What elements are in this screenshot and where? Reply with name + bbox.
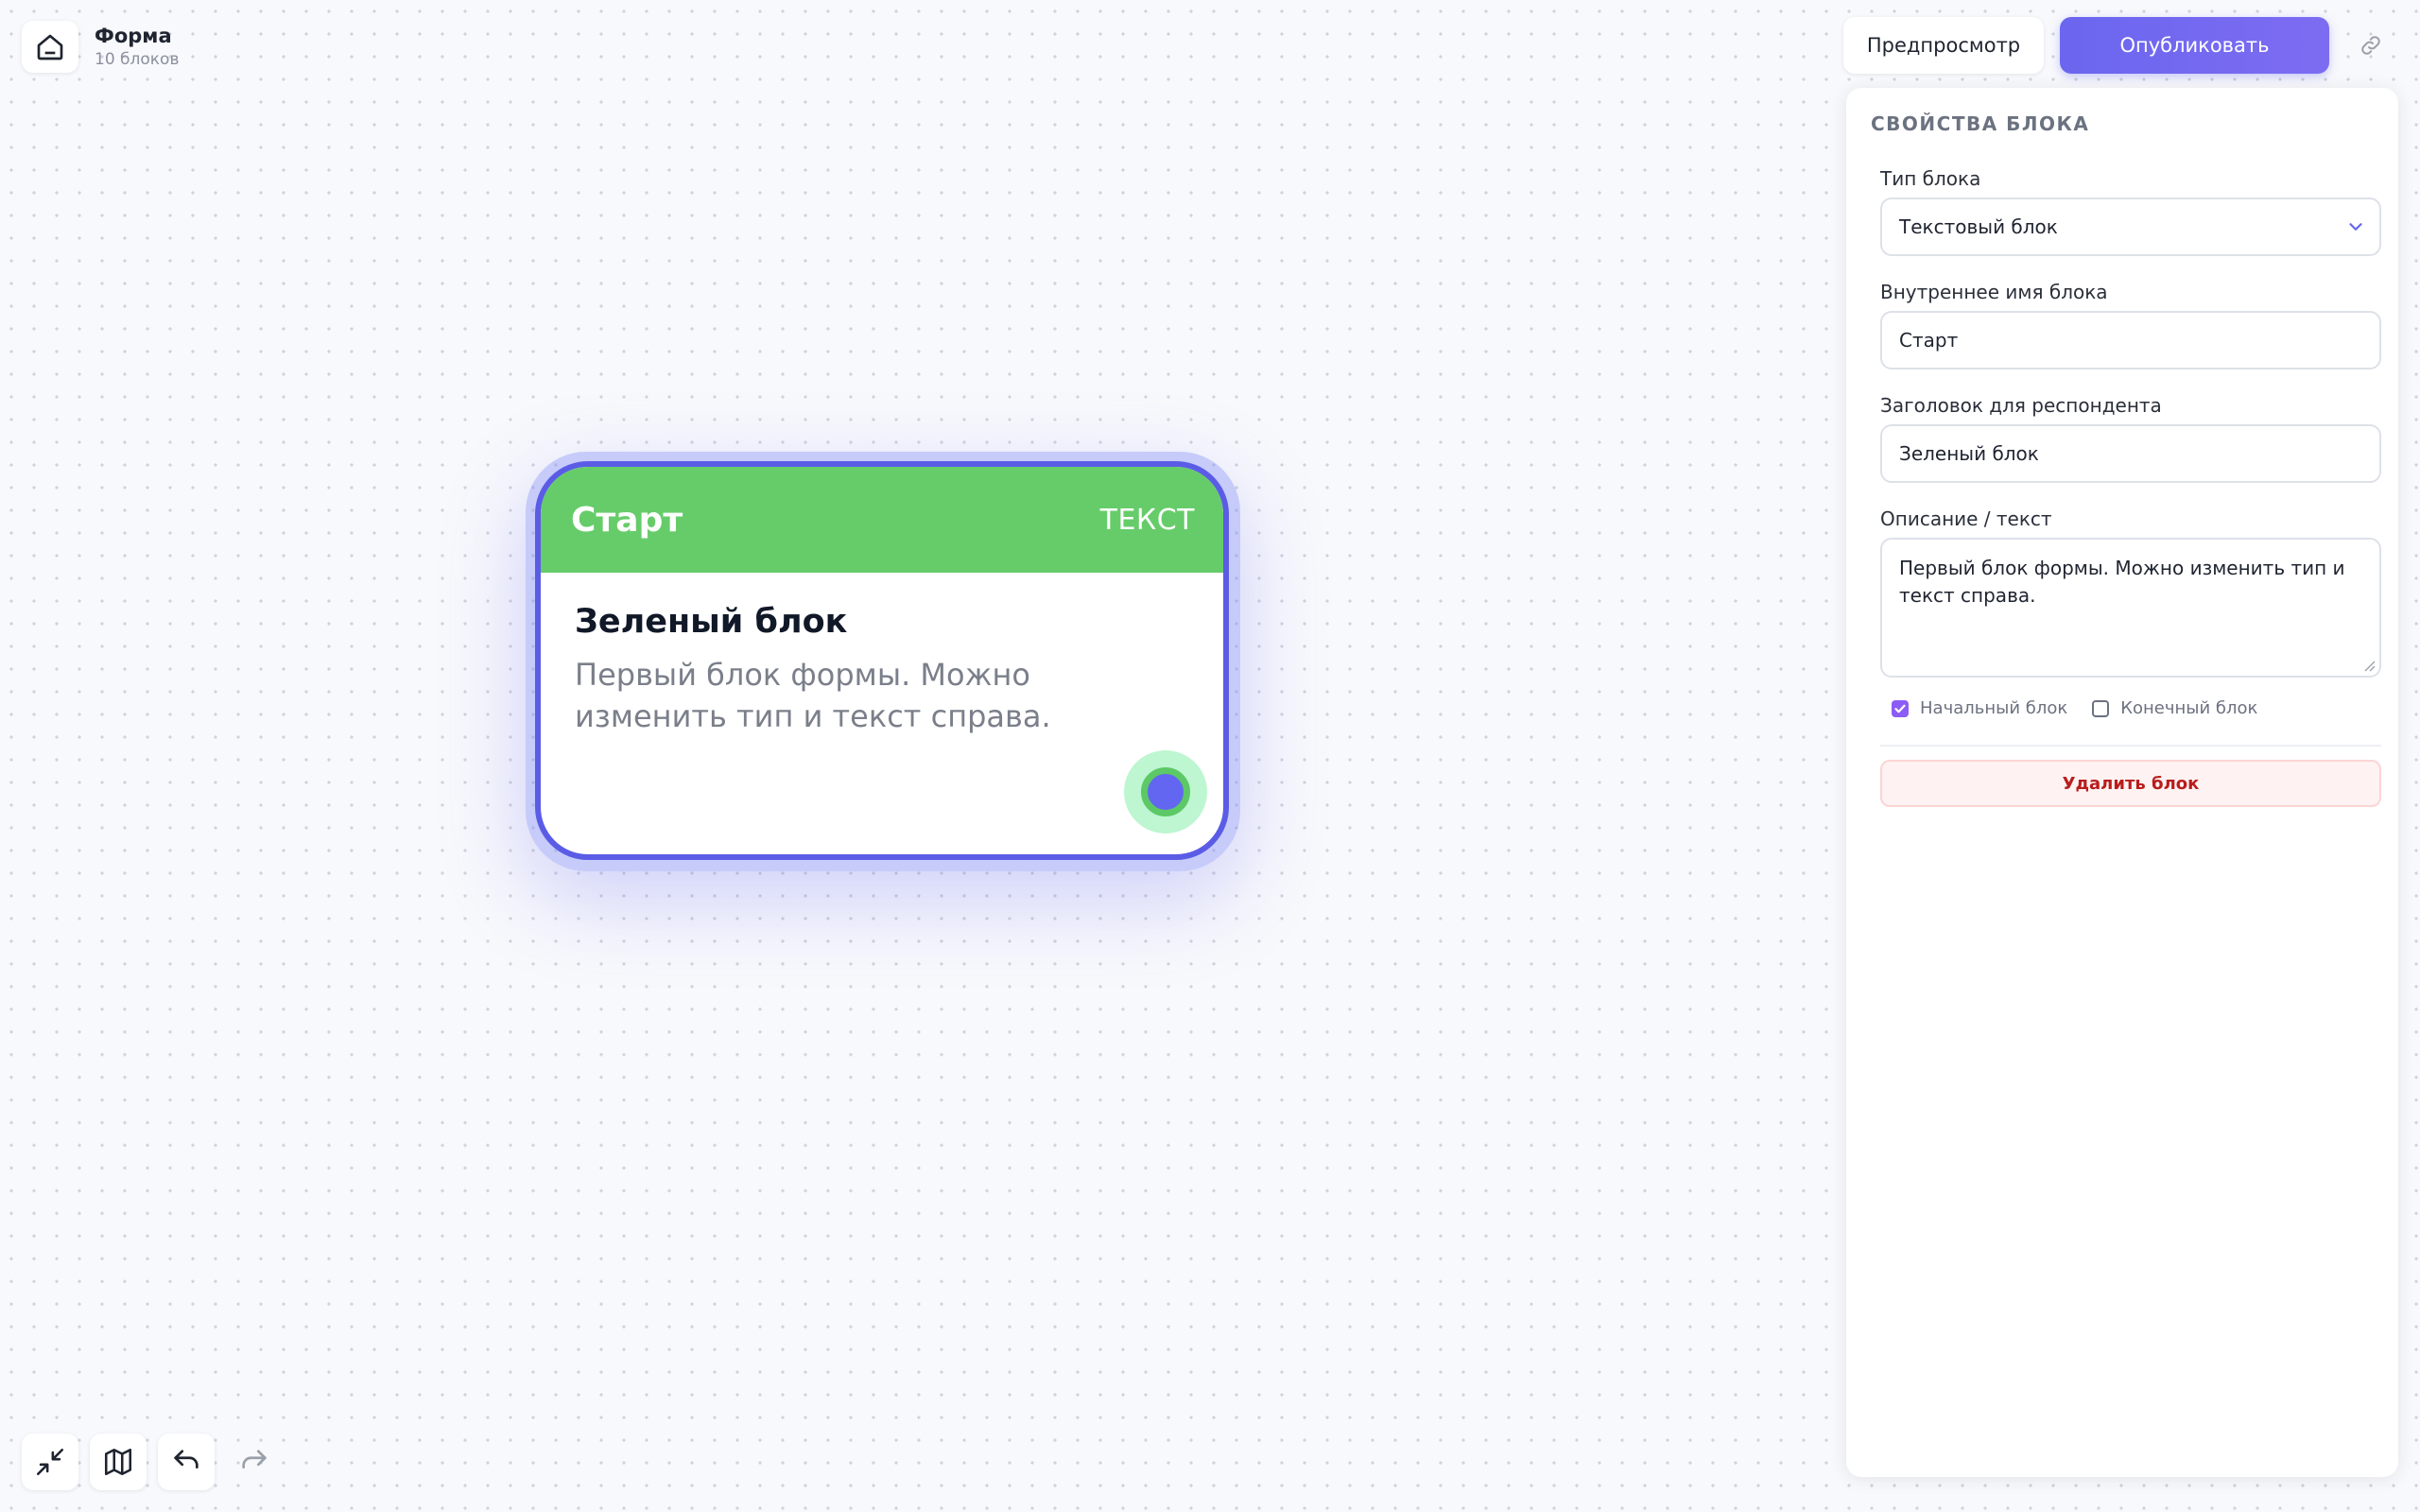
description-textarea[interactable]: Первый блок формы. Можно изменить тип и … xyxy=(1880,538,2381,678)
fit-view-button[interactable] xyxy=(22,1434,78,1490)
node-description: Первый блок формы. Можно изменить тип и … xyxy=(575,657,1051,735)
start-block-checkbox[interactable]: Начальный блок xyxy=(1892,698,2067,718)
project-info: Форма 10 блоков xyxy=(95,25,179,68)
block-type-label: Тип блока xyxy=(1880,167,1981,190)
project-title: Форма xyxy=(95,25,172,48)
chevron-down-icon xyxy=(2349,223,2362,231)
node-header[interactable]: Старт ТЕКСТ xyxy=(541,467,1223,573)
respondent-title-input[interactable]: Зеленый блок xyxy=(1880,424,2381,483)
undo-button[interactable] xyxy=(158,1434,215,1490)
collapse-icon xyxy=(36,1448,64,1476)
end-block-checkbox[interactable]: Конечный блок xyxy=(2092,698,2257,718)
node-body: Зеленый блок Первый блок формы. Можно из… xyxy=(541,573,1223,767)
block-flags: Начальный блок Конечный блок xyxy=(1892,698,2398,718)
internal-name-value: Старт xyxy=(1899,329,1959,352)
node-type-label: ТЕКСТ xyxy=(1099,503,1195,537)
internal-name-input[interactable]: Старт xyxy=(1880,311,2381,369)
properties-panel: СВОЙСТВА БЛОКА Тип блока Текстовый блок … xyxy=(1846,88,2398,1477)
end-block-box[interactable] xyxy=(2092,699,2110,717)
redo-icon xyxy=(242,1450,267,1469)
home-icon xyxy=(37,34,63,60)
link-icon xyxy=(2361,36,2380,55)
canvas-node[interactable]: Старт ТЕКСТ Зеленый блок Первый блок фор… xyxy=(535,461,1229,860)
node-port-dot xyxy=(1141,767,1190,816)
undo-icon xyxy=(174,1450,199,1469)
panel-divider xyxy=(1880,745,2381,747)
end-block-label: Конечный блок xyxy=(2120,698,2258,718)
canvas-toolbar xyxy=(22,1434,294,1490)
node-output-port[interactable] xyxy=(1124,750,1207,833)
project-block-count: 10 блоков xyxy=(95,49,180,69)
delete-block-button[interactable]: Удалить блок xyxy=(1880,760,2381,807)
block-type-value: Текстовый блок xyxy=(1899,215,2058,238)
map-icon xyxy=(104,1448,132,1476)
resize-handle-icon[interactable] xyxy=(2362,659,2376,672)
publish-button[interactable]: Опубликовать xyxy=(2060,17,2329,74)
description-value: Первый блок формы. Можно изменить тип и … xyxy=(1899,557,2345,607)
copy-link-button[interactable] xyxy=(2352,26,2390,64)
preview-button[interactable]: Предпросмотр xyxy=(1843,17,2044,74)
start-block-label: Начальный блок xyxy=(1920,698,2068,718)
checkmark-icon xyxy=(1894,704,1906,713)
block-type-select[interactable]: Текстовый блок xyxy=(1880,198,2381,256)
start-block-box[interactable] xyxy=(1892,699,1909,717)
node-title: Зеленый блок xyxy=(575,603,848,641)
description-label: Описание / текст xyxy=(1880,507,2052,530)
respondent-title-value: Зеленый блок xyxy=(1899,442,2039,465)
respondent-title-label: Заголовок для респондента xyxy=(1880,394,2162,417)
home-button[interactable] xyxy=(22,21,78,73)
project-header: Форма 10 блоков xyxy=(22,21,179,73)
panel-heading: СВОЙСТВА БЛОКА xyxy=(1871,112,2090,135)
internal-name-label: Внутреннее имя блока xyxy=(1880,281,2108,303)
node-name: Старт xyxy=(571,500,683,540)
redo-button[interactable] xyxy=(226,1434,283,1490)
minimap-button[interactable] xyxy=(90,1434,147,1490)
